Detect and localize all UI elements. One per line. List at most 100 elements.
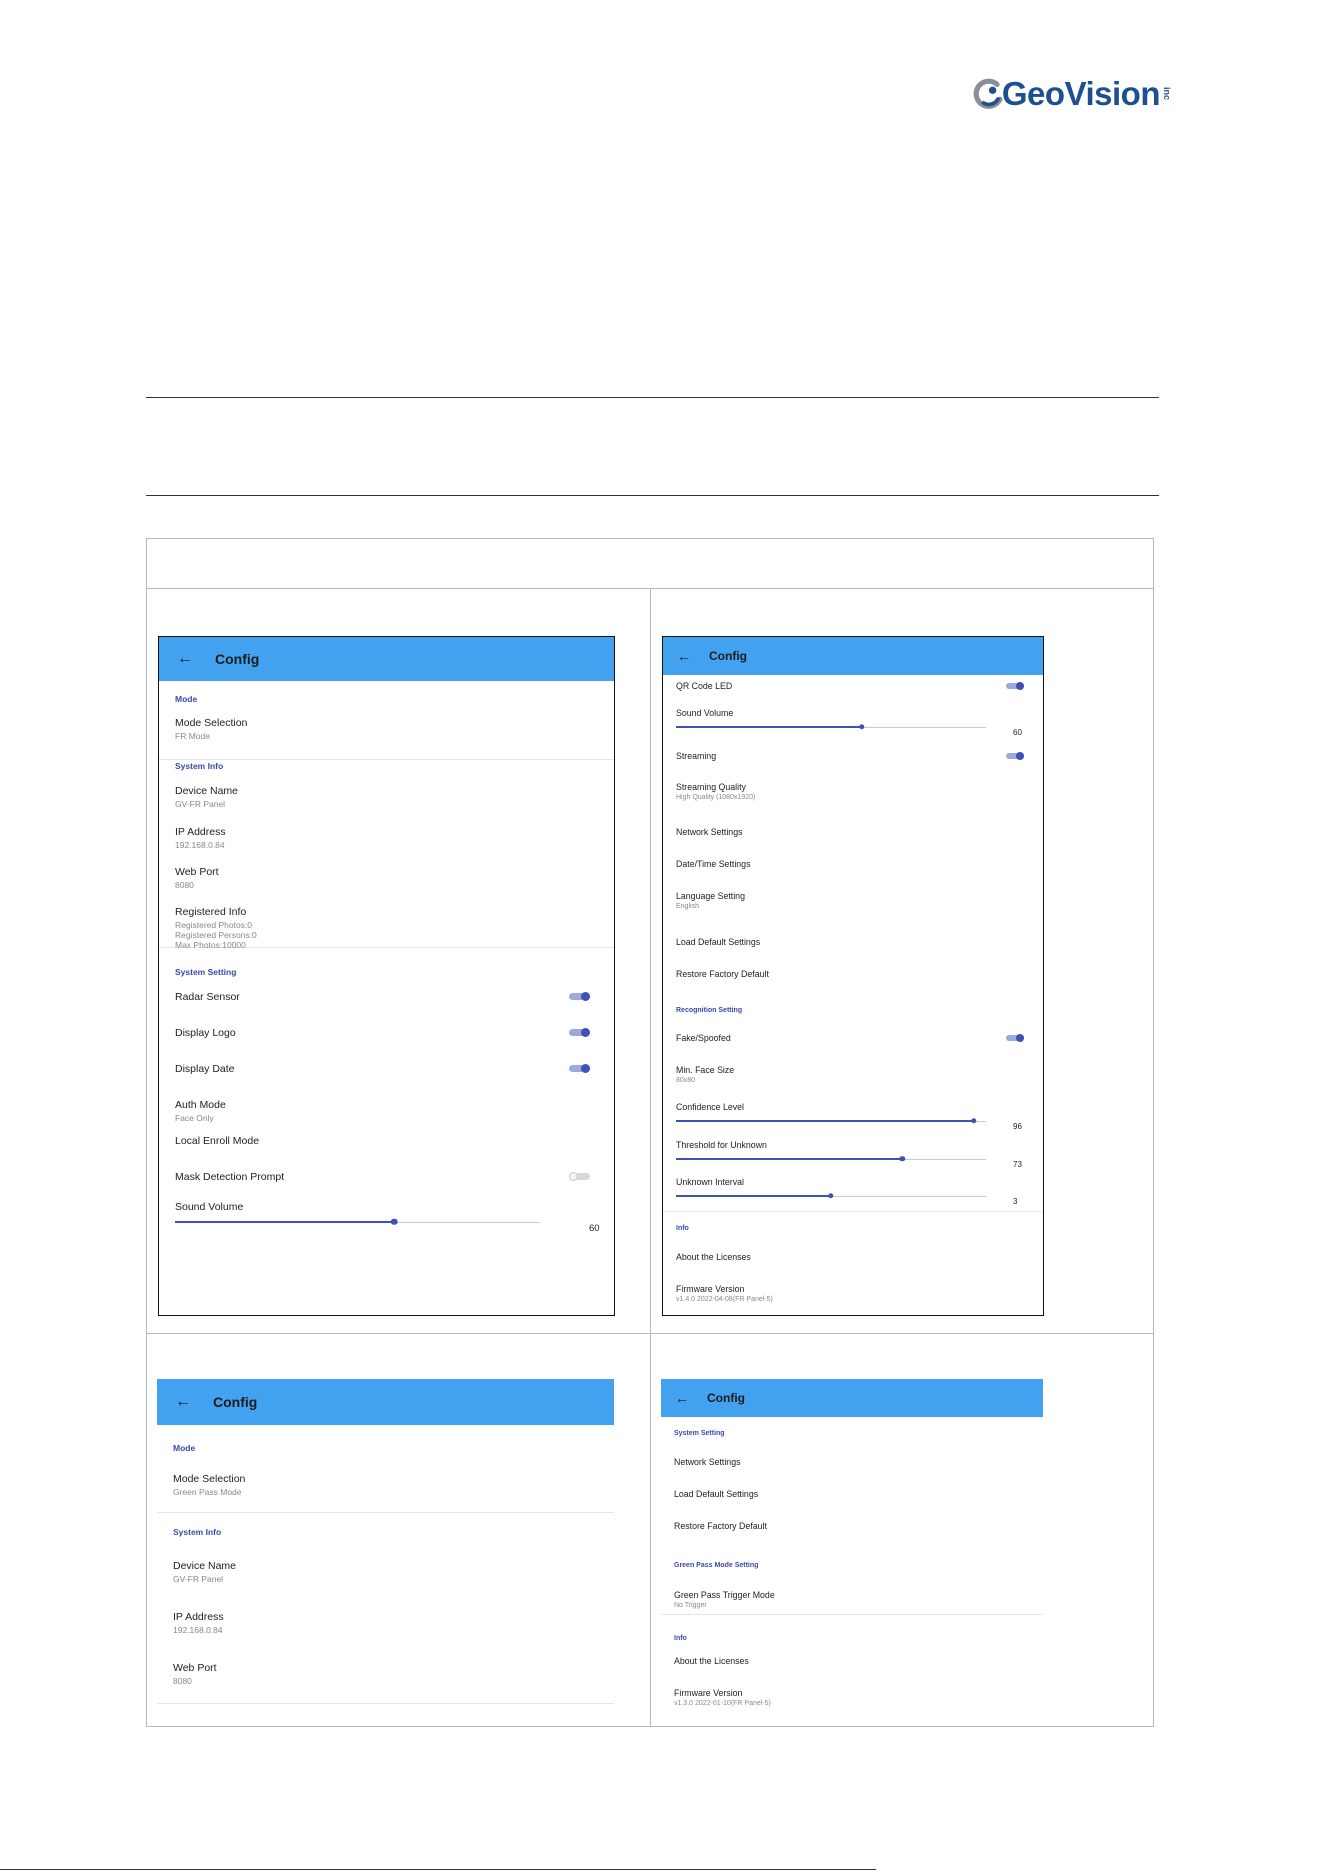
config-screen-fr-mode-2: ← Config QR Code LED Sound Volume 60 Streamin… bbox=[662, 636, 1044, 1316]
logo-wordmark: GeoVision bbox=[1001, 75, 1161, 112]
back-arrow-icon[interactable]: ← bbox=[675, 1390, 689, 1406]
slider-value: 3 bbox=[1013, 1196, 1018, 1206]
toggle-switch[interactable] bbox=[1006, 752, 1024, 760]
slider-fill bbox=[175, 1221, 394, 1223]
setting-label[interactable]: Local Enroll Mode bbox=[175, 1135, 259, 1147]
setting-label[interactable]: Streaming bbox=[676, 751, 716, 761]
setting-label[interactable]: IP Address bbox=[175, 826, 226, 838]
setting-label[interactable]: Mode Selection bbox=[173, 1473, 245, 1485]
section-divider bbox=[159, 759, 614, 760]
toggle-switch[interactable] bbox=[1006, 682, 1024, 690]
toggle-switch[interactable] bbox=[569, 1028, 590, 1038]
setting-value: 192.168.0.84 bbox=[175, 839, 225, 850]
slider-fill bbox=[676, 1120, 974, 1123]
setting-label[interactable]: About the Licenses bbox=[674, 1656, 749, 1666]
slider-value: 60 bbox=[589, 1222, 600, 1234]
slider-control[interactable] bbox=[676, 1117, 986, 1125]
geovision-logo-icon bbox=[973, 78, 1003, 109]
setting-label[interactable]: Network Settings bbox=[676, 827, 743, 837]
setting-value: No Trigger bbox=[674, 1601, 707, 1609]
toggle-switch[interactable] bbox=[569, 992, 590, 1002]
slider-thumb[interactable] bbox=[828, 1193, 834, 1199]
slider-value: 73 bbox=[1013, 1159, 1022, 1169]
setting-label[interactable]: Sound Volume bbox=[676, 708, 733, 718]
setting-value: FR Mode bbox=[175, 730, 210, 741]
setting-label[interactable]: Registered Info bbox=[175, 906, 246, 918]
setting-label[interactable]: Firmware Version bbox=[674, 1688, 742, 1698]
setting-value: English bbox=[676, 902, 699, 910]
setting-label[interactable]: Device Name bbox=[175, 785, 238, 797]
header-rule-bottom bbox=[146, 495, 1159, 496]
setting-label[interactable]: Sound Volume bbox=[175, 1201, 243, 1213]
setting-label[interactable]: Date/Time Settings bbox=[676, 859, 750, 869]
setting-label[interactable]: IP Address bbox=[173, 1611, 224, 1623]
setting-value: 80x80 bbox=[676, 1076, 696, 1084]
setting-value: GV-FR Panel bbox=[175, 798, 226, 809]
setting-label[interactable]: Restore Factory Default bbox=[674, 1521, 767, 1531]
config-screen-green-pass-1: ← Config Mode Mode Selection Green Pass Mode… bbox=[157, 1379, 614, 1705]
app-bar-title: Config bbox=[213, 1394, 258, 1410]
setting-label[interactable]: Streaming Quality bbox=[676, 782, 746, 792]
slider-control[interactable] bbox=[676, 723, 986, 731]
back-arrow-icon[interactable]: ← bbox=[177, 650, 193, 668]
setting-label[interactable]: Mask Detection Prompt bbox=[175, 1171, 284, 1183]
setting-label[interactable]: Fake/Spoofed bbox=[676, 1033, 731, 1043]
setting-value: 8080 bbox=[173, 1675, 192, 1686]
table-row-divider bbox=[147, 1333, 1153, 1334]
slider-value: 60 bbox=[1013, 727, 1022, 737]
header-rule-top bbox=[146, 397, 1159, 398]
setting-label[interactable]: Confidence Level bbox=[676, 1102, 744, 1112]
setting-value: Green Pass Mode bbox=[173, 1486, 242, 1497]
slider-control[interactable] bbox=[676, 1155, 986, 1163]
setting-label[interactable]: About the Licenses bbox=[676, 1252, 751, 1262]
back-arrow-icon[interactable]: ← bbox=[677, 648, 691, 664]
setting-label[interactable]: Min. Face Size bbox=[676, 1065, 734, 1075]
slider-control[interactable] bbox=[175, 1218, 540, 1226]
toggle-knob bbox=[580, 1028, 590, 1038]
setting-label[interactable]: Display Date bbox=[175, 1063, 235, 1075]
setting-value: High Quality (1080x1920) bbox=[676, 793, 756, 801]
slider-thumb[interactable] bbox=[859, 724, 865, 730]
toggle-knob bbox=[1015, 1034, 1024, 1042]
logo-inc: inc bbox=[1162, 87, 1172, 101]
section-divider bbox=[157, 1703, 614, 1704]
setting-label[interactable]: Load Default Settings bbox=[676, 937, 760, 947]
toggle-switch[interactable] bbox=[1006, 1034, 1024, 1042]
toggle-switch[interactable] bbox=[569, 1064, 590, 1074]
toggle-knob bbox=[1015, 752, 1024, 760]
slider-thumb[interactable] bbox=[970, 1118, 977, 1124]
toggle-knob bbox=[1015, 682, 1024, 690]
setting-label[interactable]: Threshold for Unknown bbox=[676, 1140, 767, 1150]
setting-label[interactable]: Unknown Interval bbox=[676, 1177, 744, 1187]
setting-label[interactable]: Firmware Version bbox=[676, 1284, 744, 1294]
section-divider bbox=[661, 1614, 1043, 1615]
setting-label[interactable]: Network Settings bbox=[674, 1457, 741, 1467]
slider-thumb[interactable] bbox=[390, 1218, 398, 1225]
setting-value: v1.3.0 2022-01-10(FR Panel-5) bbox=[674, 1699, 771, 1707]
config-screen-fr-mode-1: ← Config Mode Mode Selection FR Mode System I… bbox=[158, 636, 615, 1316]
slider-control[interactable] bbox=[676, 1192, 986, 1200]
app-bar: ← Config bbox=[661, 1379, 1043, 1417]
section-header: System Setting bbox=[175, 967, 237, 977]
setting-value: v1.4.0 2022-04-08(FR Panel-5) bbox=[676, 1295, 773, 1303]
setting-label[interactable]: Web Port bbox=[173, 1662, 217, 1674]
setting-label[interactable]: Green Pass Trigger Mode bbox=[674, 1590, 775, 1600]
setting-label[interactable]: Web Port bbox=[175, 866, 219, 878]
toggle-knob bbox=[580, 992, 590, 1002]
app-bar: ← Config bbox=[663, 637, 1043, 675]
back-arrow-icon[interactable]: ← bbox=[175, 1393, 191, 1411]
setting-label[interactable]: QR Code LED bbox=[676, 681, 732, 691]
setting-label[interactable]: Display Logo bbox=[175, 1027, 236, 1039]
setting-label[interactable]: Device Name bbox=[173, 1560, 236, 1572]
setting-label[interactable]: Auth Mode bbox=[175, 1099, 226, 1111]
setting-label[interactable]: Restore Factory Default bbox=[676, 969, 769, 979]
toggle-knob bbox=[580, 1064, 590, 1074]
setting-value: GV-FR Panel bbox=[173, 1573, 224, 1584]
toggle-switch[interactable] bbox=[569, 1172, 590, 1182]
slider-thumb[interactable] bbox=[899, 1156, 906, 1162]
setting-label[interactable]: Load Default Settings bbox=[674, 1489, 758, 1499]
setting-label[interactable]: Language Setting bbox=[676, 891, 745, 901]
app-bar: ← Config bbox=[157, 1379, 614, 1425]
setting-label[interactable]: Radar Sensor bbox=[175, 991, 240, 1003]
setting-label[interactable]: Mode Selection bbox=[175, 717, 247, 729]
